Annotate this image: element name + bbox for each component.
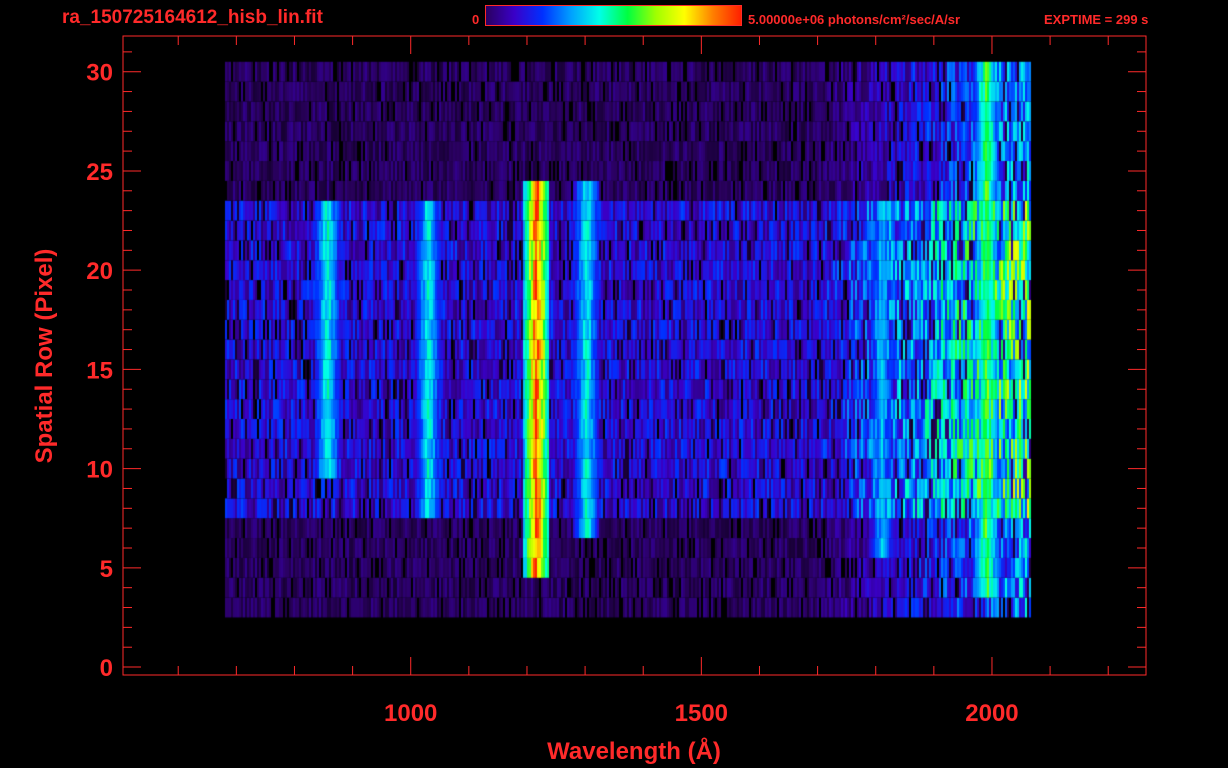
y-tick-label: 30 <box>86 60 113 87</box>
heatmap-layer <box>123 36 1146 675</box>
x-tick-label: 2000 <box>965 700 1018 727</box>
y-tick-label: 15 <box>86 357 113 384</box>
y-tick-label: 25 <box>86 159 113 186</box>
x-axis-title: Wavelength (Å) <box>547 737 721 765</box>
y-tick-label: 10 <box>86 457 113 484</box>
x-tick-label: 1500 <box>675 700 728 727</box>
spectrum-heatmap-chart: 1000 1500 2000051015202530 Wavelength (Å) … <box>31 35 1147 765</box>
heatmap-image <box>123 36 1146 675</box>
y-axis-title: Spatial Row (Pixel) <box>31 249 58 464</box>
y-tick-label: 0 <box>100 655 113 682</box>
y-tick-label: 5 <box>100 556 113 583</box>
y-tick-label: 20 <box>86 258 113 285</box>
x-tick-label: 1000 <box>384 700 437 727</box>
